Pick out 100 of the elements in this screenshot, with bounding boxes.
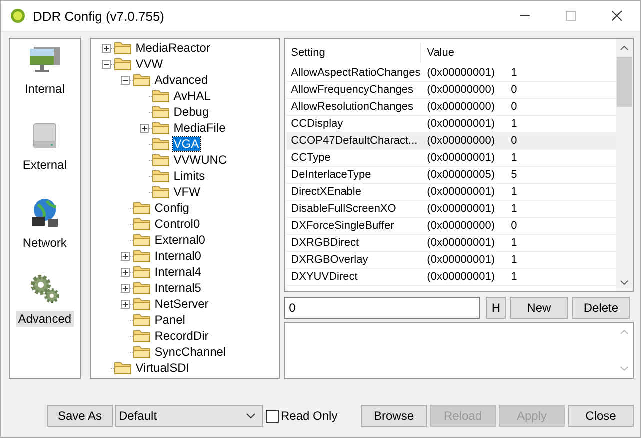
toggle-icon[interactable] — [102, 60, 111, 68]
hex-value: (0x00000001) — [427, 152, 496, 164]
toggle-icon[interactable] — [120, 252, 130, 260]
monitor-icon[interactable] — [28, 45, 62, 75]
column-header[interactable]: Value — [421, 47, 454, 59]
decimal-value: 0 — [511, 101, 518, 113]
scroll-thumb[interactable] — [617, 57, 632, 107]
table-row[interactable]: DXForceSingleBuffer (0x00000000) 0 — [287, 218, 616, 235]
table-row[interactable]: AllowResolutionChanges (0x00000000) 0 — [287, 99, 616, 116]
hex-value: (0x00000001) — [427, 118, 496, 130]
tree-item[interactable]: SyncChannel — [154, 345, 228, 359]
hex-value: (0x00000001) — [427, 254, 496, 266]
editor-button[interactable]: H — [486, 297, 506, 320]
decimal-value: 1 — [511, 118, 518, 130]
setting-name: DeInterlaceType — [290, 169, 372, 181]
decimal-value: 1 — [511, 203, 518, 215]
hex-value: (0x00000005) — [427, 169, 496, 181]
table-row[interactable]: AllowAspectRatioChanges (0x00000001) 1 — [287, 65, 616, 82]
table-row[interactable]: AllowFrequencyChanges (0x00000000) 0 — [287, 82, 616, 99]
footer-button[interactable]: Browse — [361, 405, 427, 427]
toggle-icon[interactable] — [120, 268, 130, 276]
chevron-down-icon — [246, 413, 256, 419]
folder-icon — [152, 121, 170, 135]
table-row[interactable]: DeInterlaceType (0x00000005) 5 — [287, 167, 616, 184]
profile-dropdown[interactable]: Default — [115, 405, 263, 427]
tree-item[interactable]: Advanced — [154, 73, 210, 87]
decimal-value: 1 — [511, 237, 518, 249]
hex-value: (0x00000000) — [427, 220, 496, 232]
folder-icon — [152, 105, 170, 119]
tree-item[interactable]: VVW — [134, 57, 164, 71]
folder-icon — [114, 57, 132, 71]
folder-icon — [114, 41, 132, 55]
tree-item[interactable]: Panel — [154, 313, 186, 327]
editor-button[interactable]: New — [510, 297, 568, 320]
tree-item[interactable]: VFW — [172, 185, 202, 199]
tree-item[interactable]: AvHAL — [172, 89, 212, 103]
tree-item[interactable]: MediaFile — [172, 121, 227, 135]
setting-name: DXRGBOverlay — [290, 254, 370, 266]
save-as-button[interactable]: Save As — [47, 405, 113, 427]
read-only-checkbox[interactable] — [266, 410, 279, 422]
tree-item[interactable]: Internal4 — [154, 265, 202, 279]
close-icon[interactable] — [612, 11, 622, 21]
table-row[interactable]: CCType (0x00000001) 1 — [287, 150, 616, 167]
toggle-icon[interactable] — [120, 76, 130, 84]
scrollbar[interactable] — [616, 39, 633, 292]
setting-name: CCOP47DefaultCharact... — [290, 135, 419, 147]
setting-name: DisableFullScreenXO — [290, 203, 398, 215]
table-row[interactable]: DirectXEnable (0x00000001) 1 — [287, 184, 616, 201]
folder-icon — [132, 329, 151, 343]
folder-icon — [114, 361, 132, 375]
scroll-up-icon[interactable] — [620, 45, 629, 51]
folder-icon — [132, 345, 151, 359]
folder-icon — [152, 137, 170, 151]
editor-button[interactable]: Delete — [572, 297, 630, 320]
folder-icon — [152, 169, 170, 183]
tree-item[interactable]: Limits — [172, 169, 206, 183]
category-label[interactable]: Advanced — [16, 311, 74, 327]
hex-value: (0x00000001) — [427, 271, 496, 283]
setting-name: DirectXEnable — [290, 186, 362, 198]
tree-item[interactable]: MediaReactor — [134, 41, 212, 55]
toggle-icon[interactable] — [140, 124, 149, 132]
tree-item[interactable]: External0 — [154, 233, 206, 247]
tree-item[interactable]: VGA — [172, 137, 200, 151]
footer-button[interactable]: Close — [568, 405, 634, 427]
setting-name: DXForceSingleBuffer — [290, 220, 396, 232]
tree-item[interactable]: Config — [154, 201, 190, 215]
table-row[interactable]: DXYUVDirect (0x00000001) 1 — [287, 269, 616, 286]
tree-item[interactable]: Debug — [172, 105, 210, 119]
setting-name: AllowAspectRatioChanges — [290, 67, 422, 79]
table-row[interactable]: DXRGBOverlay (0x00000001) 1 — [287, 252, 616, 269]
tree-item[interactable]: RecordDir — [154, 329, 210, 343]
column-header[interactable]: Setting — [287, 43, 422, 63]
toggle-icon[interactable] — [120, 300, 130, 308]
category-label[interactable]: Network — [20, 235, 69, 251]
folder-icon — [132, 281, 151, 295]
window-title: DDR Config (v7.0.755) — [33, 8, 164, 24]
folder-icon — [132, 73, 151, 87]
hex-value: (0x00000001) — [427, 237, 496, 249]
decimal-value: 1 — [511, 254, 518, 266]
decimal-value: 0 — [511, 220, 518, 232]
tree-item[interactable]: Control0 — [154, 217, 202, 231]
scroll-down-icon[interactable] — [620, 280, 629, 286]
checkbox-label[interactable]: Read Only — [281, 409, 338, 423]
table-row[interactable]: CCOP47DefaultCharact... (0x00000000) 0 — [287, 133, 616, 150]
category-label[interactable]: Internal — [22, 81, 67, 97]
tree-item[interactable]: Internal0 — [154, 249, 202, 263]
folder-icon — [132, 265, 151, 279]
gears-icon[interactable] — [28, 273, 61, 305]
tree-item[interactable]: Internal5 — [154, 281, 202, 295]
table-row[interactable]: DisableFullScreenXO (0x00000001) 1 — [287, 201, 616, 218]
value-field[interactable]: 0 — [284, 297, 480, 320]
category-label[interactable]: External — [20, 157, 69, 173]
tree-item[interactable]: VVWUNC — [172, 153, 228, 167]
tree-item[interactable]: NetServer — [154, 297, 210, 311]
toggle-icon[interactable] — [120, 284, 130, 292]
decimal-value: 5 — [511, 169, 518, 181]
tree-item[interactable]: VirtualSDI — [134, 361, 191, 375]
setting-name: AllowFrequencyChanges — [290, 84, 414, 96]
table-row[interactable]: DXRGBDirect (0x00000001) 1 — [287, 235, 616, 252]
toggle-icon[interactable] — [102, 44, 111, 52]
